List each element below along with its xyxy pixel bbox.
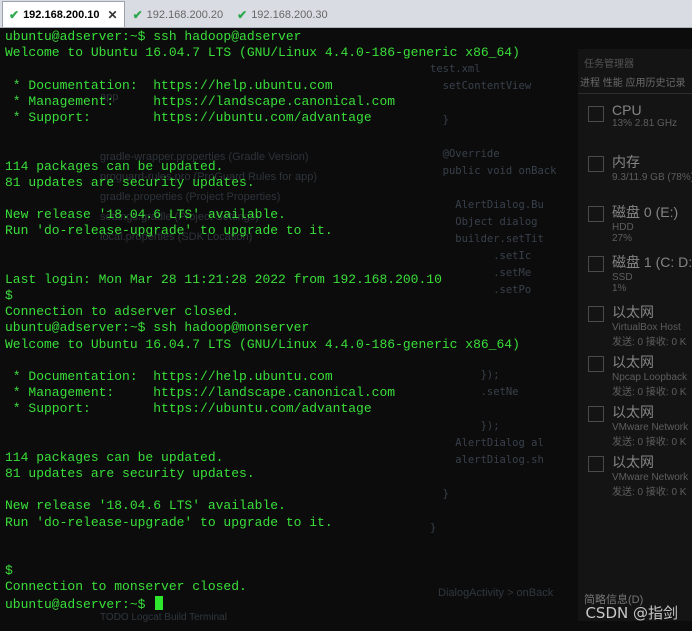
- terminal-line: * Documentation: https://help.ubuntu.com: [5, 77, 333, 93]
- terminal-line: New release '18.04.6 LTS' available.: [5, 207, 286, 223]
- terminal-line: * Documentation: https://help.ubuntu.com: [5, 368, 333, 384]
- terminal-line: $: [5, 288, 13, 303]
- terminal-line: ubuntu@adserver:~$ ssh hadoop@adserver: [5, 29, 302, 44]
- session-tab-bar: ✔ 192.168.200.10 ✕ ✔ 192.168.200.20 ✔ 19…: [0, 0, 692, 28]
- terminal-line: * Support: https://ubuntu.com/advantage: [5, 401, 372, 417]
- terminal-line: 81 updates are security updates.: [5, 174, 255, 190]
- terminal-line: * Management: https://landscape.canonica…: [5, 93, 396, 109]
- tab-label: 192.168.200.30: [251, 9, 328, 21]
- terminal-line: Connection to adserver closed.: [5, 304, 240, 320]
- terminal-line: Connection to monserver closed.: [5, 579, 247, 595]
- connected-check-icon: ✔: [132, 8, 143, 22]
- tab-session-2[interactable]: ✔ 192.168.200.20: [127, 3, 230, 27]
- terminal-line: New release '18.04.6 LTS' available.: [5, 498, 286, 514]
- terminal-line: 114 packages can be updated.: [5, 449, 224, 465]
- watermark: CSDN @指剑: [585, 604, 678, 622]
- terminal-line: * Support: https://ubuntu.com/advantage: [5, 109, 372, 125]
- terminal-line: Welcome to Ubuntu 16.04.7 LTS (GNU/Linux…: [5, 45, 520, 61]
- terminal-line: Welcome to Ubuntu 16.04.7 LTS (GNU/Linux…: [5, 336, 520, 352]
- ide-bottom-toolbar: TODO Logcat Build Terminal: [100, 612, 227, 623]
- terminal-line: Run 'do-release-upgrade' to upgrade to i…: [5, 514, 333, 530]
- terminal-output[interactable]: ubuntu@adserver:~$ ssh hadoop@adserver We…: [5, 29, 685, 612]
- connected-check-icon: ✔: [237, 8, 248, 22]
- terminal-cursor: [155, 595, 164, 610]
- terminal-prompt-line[interactable]: ubuntu@adserver:~$: [5, 595, 685, 612]
- terminal-line: ubuntu@adserver:~$ ssh hadoop@monserver: [5, 320, 310, 336]
- terminal-line: 114 packages can be updated.: [5, 158, 224, 174]
- tab-label: 192.168.200.10: [23, 8, 100, 21]
- terminal-line: Last login: Mon Mar 28 11:21:28 2022 fro…: [5, 271, 442, 287]
- terminal-line: $: [5, 563, 13, 579]
- terminal-line: Run 'do-release-upgrade' to upgrade to i…: [5, 223, 333, 239]
- shell-prompt: ubuntu@adserver:~$: [5, 596, 154, 612]
- tab-session-1[interactable]: ✔ 192.168.200.10 ✕: [2, 1, 125, 27]
- close-tab-icon[interactable]: ✕: [108, 8, 118, 22]
- terminal-line: 81 updates are security updates.: [5, 466, 255, 482]
- connected-check-icon: ✔: [9, 7, 20, 22]
- terminal-line: * Management: https://landscape.canonica…: [5, 385, 396, 401]
- tab-label: 192.168.200.20: [146, 9, 224, 21]
- tab-session-3[interactable]: ✔ 192.168.200.30: [231, 3, 334, 27]
